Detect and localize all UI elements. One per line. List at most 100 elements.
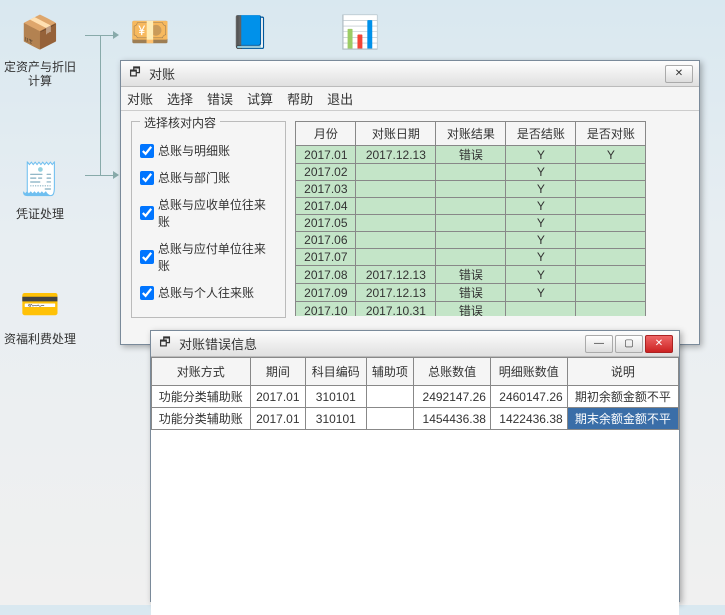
grid-header[interactable]: 对账方式 (152, 358, 251, 386)
grid-cell[interactable]: 2017.07 (296, 249, 356, 266)
grid-cell[interactable]: 2017.10.31 (356, 302, 436, 317)
grid-header[interactable]: 是否对账 (576, 122, 646, 146)
grid-cell[interactable]: 2017.08 (296, 266, 356, 284)
grid-header[interactable]: 月份 (296, 122, 356, 146)
checkbox[interactable] (140, 286, 154, 300)
grid-cell[interactable] (366, 386, 414, 408)
grid-cell[interactable] (436, 198, 506, 215)
grid-header[interactable]: 明细账数值 (490, 358, 567, 386)
grid-cell[interactable] (576, 181, 646, 198)
desktop-icon-fixed-assets[interactable]: 📦 定资产与折旧计算 (0, 8, 80, 88)
table-row[interactable]: 2017.06 Y (296, 232, 646, 249)
grid-cell[interactable]: 2492147.26 (414, 386, 491, 408)
grid-cell[interactable] (356, 232, 436, 249)
grid-header[interactable]: 对账结果 (436, 122, 506, 146)
grid-header[interactable]: 期间 (250, 358, 306, 386)
reconcile-grid[interactable]: 月份对账日期对账结果是否结账是否对账 2017.012017.12.13错误YY… (295, 121, 646, 316)
grid-cell[interactable]: 功能分类辅助账 (152, 386, 251, 408)
grid-cell[interactable]: 2017.05 (296, 215, 356, 232)
grid-cell[interactable]: Y (506, 164, 576, 181)
grid-cell[interactable]: 2017.02 (296, 164, 356, 181)
grid-cell[interactable]: 2017.04 (296, 198, 356, 215)
table-row[interactable]: 2017.03Y (296, 181, 646, 198)
grid-cell[interactable] (576, 266, 646, 284)
grid-header[interactable]: 科目编码 (306, 358, 366, 386)
grid-cell[interactable]: 310101 (306, 386, 366, 408)
table-row[interactable]: 2017.082017.12.13错误Y (296, 266, 646, 284)
grid-cell[interactable]: 2017.01 (296, 146, 356, 164)
checkbox[interactable] (140, 171, 154, 185)
table-row[interactable]: 2017.04 Y (296, 198, 646, 215)
table-row[interactable]: 功能分类辅助账2017.013101012492147.262460147.26… (152, 386, 679, 408)
check-general-receivable[interactable]: 总账与应收单位往来账 (140, 196, 277, 230)
table-row[interactable]: 2017.02 Y (296, 164, 646, 181)
grid-cell[interactable]: Y (506, 266, 576, 284)
grid-cell[interactable]: 2017.10 (296, 302, 356, 317)
grid-cell[interactable]: 错误 (436, 146, 506, 164)
menu-error[interactable]: 错误 (207, 89, 233, 108)
menu-exit[interactable]: 退出 (327, 89, 353, 108)
grid-cell[interactable] (506, 302, 576, 317)
grid-cell[interactable]: Y (506, 181, 576, 198)
grid-cell[interactable]: Y (576, 146, 646, 164)
grid-cell[interactable]: 错误 (436, 284, 506, 302)
grid-cell[interactable]: 2017.12.13 (356, 284, 436, 302)
grid-cell[interactable]: 错误 (436, 302, 506, 317)
grid-header[interactable]: 说明 (567, 358, 678, 386)
grid-cell[interactable] (576, 232, 646, 249)
grid-cell[interactable]: 期初余额金额不平 (567, 386, 678, 408)
grid-header[interactable]: 是否结账 (506, 122, 576, 146)
grid-cell[interactable] (576, 164, 646, 181)
grid-cell[interactable]: 2017.12.13 (356, 146, 436, 164)
grid-cell[interactable] (356, 181, 436, 198)
grid-cell[interactable]: 2017.06 (296, 232, 356, 249)
grid-cell[interactable] (576, 284, 646, 302)
grid-cell[interactable] (356, 215, 436, 232)
grid-cell[interactable]: Y (506, 232, 576, 249)
grid-cell[interactable] (436, 232, 506, 249)
menu-select[interactable]: 选择 (167, 89, 193, 108)
menu-help[interactable]: 帮助 (287, 89, 313, 108)
desktop-icon-finance[interactable]: 📊 (330, 8, 390, 60)
grid-cell[interactable] (356, 164, 436, 181)
grid-cell[interactable] (356, 198, 436, 215)
grid-cell[interactable] (576, 249, 646, 266)
grid-cell[interactable] (576, 302, 646, 317)
grid-cell[interactable]: Y (506, 198, 576, 215)
grid-cell[interactable]: 错误 (436, 266, 506, 284)
grid-header[interactable]: 对账日期 (356, 122, 436, 146)
titlebar[interactable]: 🗗 对账错误信息 — ▢ ✕ (151, 331, 679, 357)
grid-cell[interactable]: Y (506, 249, 576, 266)
menu-trial[interactable]: 试算 (247, 89, 273, 108)
grid-cell[interactable]: Y (506, 146, 576, 164)
grid-cell[interactable]: Y (506, 215, 576, 232)
close-button[interactable]: ✕ (665, 65, 693, 83)
checkbox[interactable] (140, 144, 154, 158)
table-row[interactable]: 2017.012017.12.13错误YY (296, 146, 646, 164)
grid-cell[interactable] (366, 408, 414, 430)
table-row[interactable]: 2017.092017.12.13错误Y (296, 284, 646, 302)
table-row[interactable]: 功能分类辅助账2017.013101011454436.381422436.38… (152, 408, 679, 430)
checkbox[interactable] (140, 250, 154, 264)
grid-cell[interactable] (576, 215, 646, 232)
error-grid[interactable]: 对账方式期间科目编码辅助项总账数值明细账数值说明 功能分类辅助账2017.013… (151, 357, 679, 430)
maximize-button[interactable]: ▢ (615, 335, 643, 353)
grid-cell[interactable]: 310101 (306, 408, 366, 430)
desktop-icon-ledger[interactable]: 📘 (220, 8, 280, 60)
close-button[interactable]: ✕ (645, 335, 673, 353)
grid-cell[interactable]: 功能分类辅助账 (152, 408, 251, 430)
grid-header[interactable]: 总账数值 (414, 358, 491, 386)
desktop-icon-currency[interactable]: 💴 (120, 8, 180, 60)
grid-cell[interactable]: 2017.01 (250, 408, 306, 430)
table-row[interactable]: 2017.07 Y (296, 249, 646, 266)
desktop-icon-welfare[interactable]: 💳 资福利费处理 (0, 280, 80, 346)
desktop-icon-voucher-processing[interactable]: 🧾 凭证处理 (0, 155, 80, 221)
minimize-button[interactable]: — (585, 335, 613, 353)
titlebar[interactable]: 🗗 对账 ✕ (121, 61, 699, 87)
grid-cell[interactable] (436, 249, 506, 266)
grid-cell[interactable]: 期末余额金额不平 (567, 408, 678, 430)
grid-cell[interactable]: 2017.09 (296, 284, 356, 302)
checkbox[interactable] (140, 206, 154, 220)
grid-cell[interactable] (356, 249, 436, 266)
table-row[interactable]: 2017.102017.10.31错误 (296, 302, 646, 317)
